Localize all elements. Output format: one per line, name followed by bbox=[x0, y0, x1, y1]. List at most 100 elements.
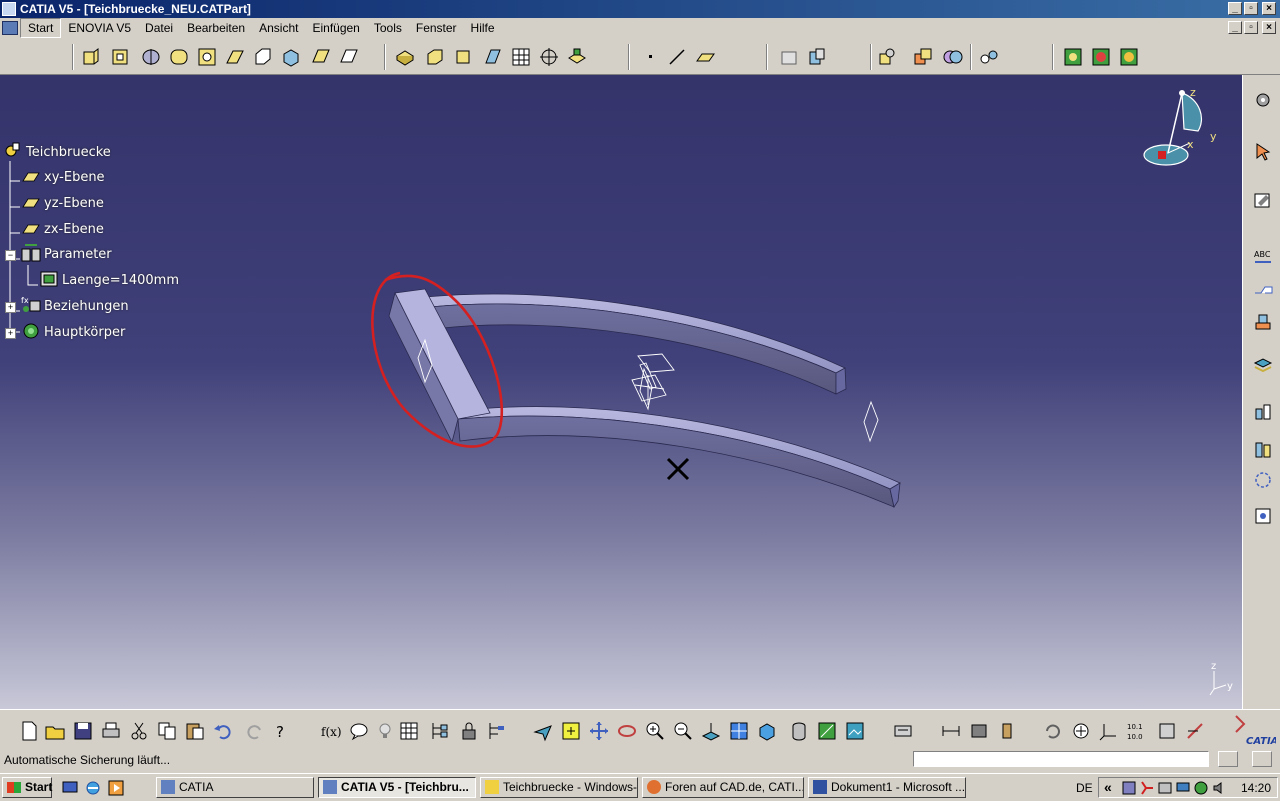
thickness-icon[interactable] bbox=[510, 46, 532, 68]
menu-start[interactable]: Start bbox=[20, 18, 62, 38]
groove-icon[interactable] bbox=[168, 46, 190, 68]
grab-icon[interactable] bbox=[1070, 720, 1092, 742]
tree-expand-toggle[interactable]: + bbox=[5, 328, 16, 339]
normal-view-icon[interactable] bbox=[700, 720, 722, 742]
formula-icon[interactable]: f(x) bbox=[320, 720, 342, 742]
taskbar-catia-window[interactable]: CATIA V5 - [Teichbru... bbox=[318, 777, 476, 798]
menu-datei[interactable]: Datei bbox=[138, 18, 180, 38]
pad-icon[interactable] bbox=[80, 46, 102, 68]
swap-space-icon[interactable] bbox=[844, 720, 866, 742]
tree-collapse-toggle[interactable]: − bbox=[5, 250, 16, 261]
hole-icon[interactable] bbox=[196, 46, 218, 68]
body-icon[interactable] bbox=[20, 321, 42, 341]
measure-item-icon[interactable] bbox=[968, 720, 990, 742]
plane-zx-icon[interactable] bbox=[22, 224, 40, 234]
sheet-metal-icon[interactable] bbox=[1252, 439, 1274, 461]
taskbar-firefox-window[interactable]: Foren auf CAD.de, CATI... bbox=[642, 777, 804, 798]
parameters-icon[interactable] bbox=[20, 243, 42, 263]
menu-ansicht[interactable]: Ansicht bbox=[252, 18, 305, 38]
tree-expand-toggle[interactable]: + bbox=[5, 302, 16, 313]
upper-rail-side[interactable] bbox=[429, 303, 837, 395]
relations-icon[interactable]: fx bbox=[20, 295, 42, 315]
3d-annotation-icon[interactable] bbox=[1252, 311, 1274, 333]
part-icon[interactable] bbox=[3, 141, 21, 159]
multi-view-icon[interactable] bbox=[728, 720, 750, 742]
command-input[interactable] bbox=[913, 751, 1209, 767]
gear-icon[interactable] bbox=[1252, 89, 1274, 111]
plane-xy-icon[interactable] bbox=[22, 172, 40, 182]
annotation-text-icon[interactable]: ABC bbox=[1252, 247, 1274, 269]
pattern-icon[interactable] bbox=[1252, 469, 1274, 491]
document-system-icon[interactable] bbox=[2, 21, 18, 35]
print-icon[interactable] bbox=[100, 720, 122, 742]
taskbar-explorer-window[interactable]: Teichbruecke - Windows-... bbox=[480, 777, 638, 798]
fit-all-icon[interactable] bbox=[1252, 505, 1274, 527]
flag-note-icon[interactable] bbox=[1252, 279, 1274, 301]
taskbar-word-window[interactable]: Dokument1 - Microsoft ... bbox=[808, 777, 966, 798]
new-document-icon[interactable] bbox=[18, 720, 40, 742]
removed-multi-section-icon[interactable] bbox=[338, 46, 360, 68]
tray-app-icon[interactable] bbox=[1121, 780, 1137, 796]
tray-network-icon[interactable] bbox=[1157, 780, 1173, 796]
knowledge-icon[interactable] bbox=[1118, 46, 1140, 68]
measure-between-icon[interactable] bbox=[940, 720, 962, 742]
zoom-in-icon[interactable] bbox=[644, 720, 666, 742]
undo-icon[interactable] bbox=[212, 720, 234, 742]
stiffener-icon[interactable] bbox=[280, 46, 302, 68]
compass-icon[interactable]: z y x bbox=[1138, 83, 1228, 173]
lock-icon[interactable] bbox=[458, 720, 480, 742]
tree-root-label[interactable]: Teichbruecke bbox=[26, 145, 111, 160]
menu-enovia[interactable]: ENOVIA V5 bbox=[61, 18, 138, 38]
show-desktop-icon[interactable] bbox=[62, 780, 78, 796]
tray-expand-button[interactable]: « bbox=[1104, 779, 1112, 795]
minimize-button[interactable]: _ bbox=[1228, 2, 1242, 15]
shading-icon[interactable] bbox=[788, 720, 810, 742]
apply-material-icon[interactable] bbox=[912, 46, 934, 68]
sketcher-icon[interactable] bbox=[1252, 189, 1274, 211]
grid-icon[interactable] bbox=[1156, 720, 1178, 742]
insert-body-icon[interactable] bbox=[778, 46, 800, 68]
plane-yz-icon[interactable] bbox=[22, 198, 40, 208]
close-button[interactable]: × bbox=[1262, 2, 1276, 15]
draft-icon[interactable] bbox=[452, 46, 474, 68]
taskbar-clock[interactable]: 14:20 bbox=[1241, 781, 1271, 795]
doc-restore-button[interactable]: ▫ bbox=[1244, 21, 1258, 34]
thread-icon[interactable] bbox=[538, 46, 560, 68]
tree-plane-yz[interactable]: yz-Ebene bbox=[44, 196, 104, 211]
paste-icon[interactable] bbox=[184, 720, 206, 742]
component-icon[interactable] bbox=[1090, 46, 1112, 68]
tray-security-icon[interactable] bbox=[1193, 780, 1209, 796]
transformation-icon[interactable] bbox=[942, 46, 964, 68]
tree-plane-zx[interactable]: zx-Ebene bbox=[44, 222, 104, 237]
measure-inertia-icon[interactable] bbox=[996, 720, 1018, 742]
internet-explorer-icon[interactable] bbox=[85, 780, 101, 796]
fly-mode-icon[interactable] bbox=[532, 720, 554, 742]
menu-hilfe[interactable]: Hilfe bbox=[464, 18, 502, 38]
cut-icon[interactable] bbox=[128, 720, 150, 742]
hide-show-icon[interactable] bbox=[816, 720, 838, 742]
windows-start-button[interactable]: Start bbox=[2, 777, 52, 798]
zoom-out-icon[interactable] bbox=[672, 720, 694, 742]
point-icon[interactable] bbox=[640, 46, 662, 68]
edge-fillet-icon[interactable] bbox=[394, 46, 416, 68]
tree-structure-icon[interactable] bbox=[428, 720, 450, 742]
axis-system-icon[interactable] bbox=[1098, 720, 1120, 742]
media-player-icon[interactable] bbox=[108, 780, 124, 796]
tree-body[interactable]: Hauptkörper bbox=[44, 325, 125, 340]
doc-close-button[interactable]: × bbox=[1262, 21, 1276, 34]
multi-section-icon[interactable] bbox=[310, 46, 332, 68]
plane-icon[interactable] bbox=[694, 46, 716, 68]
save-icon[interactable] bbox=[72, 720, 94, 742]
shaft-icon[interactable] bbox=[140, 46, 162, 68]
parameter-value-icon[interactable] bbox=[38, 269, 60, 289]
select-cursor-icon[interactable] bbox=[1252, 141, 1274, 163]
rib-icon[interactable] bbox=[224, 46, 246, 68]
pocket-icon[interactable] bbox=[110, 46, 132, 68]
scale-icon[interactable]: 10.1 10.0 bbox=[1126, 720, 1148, 742]
surface-icon[interactable] bbox=[1252, 355, 1274, 377]
chamfer-icon[interactable] bbox=[424, 46, 446, 68]
insert-geometry-icon[interactable] bbox=[1252, 401, 1274, 423]
pan-icon[interactable] bbox=[588, 720, 610, 742]
knowledge-advisor-icon[interactable] bbox=[486, 720, 508, 742]
tray-monitor-icon[interactable] bbox=[1175, 780, 1191, 796]
